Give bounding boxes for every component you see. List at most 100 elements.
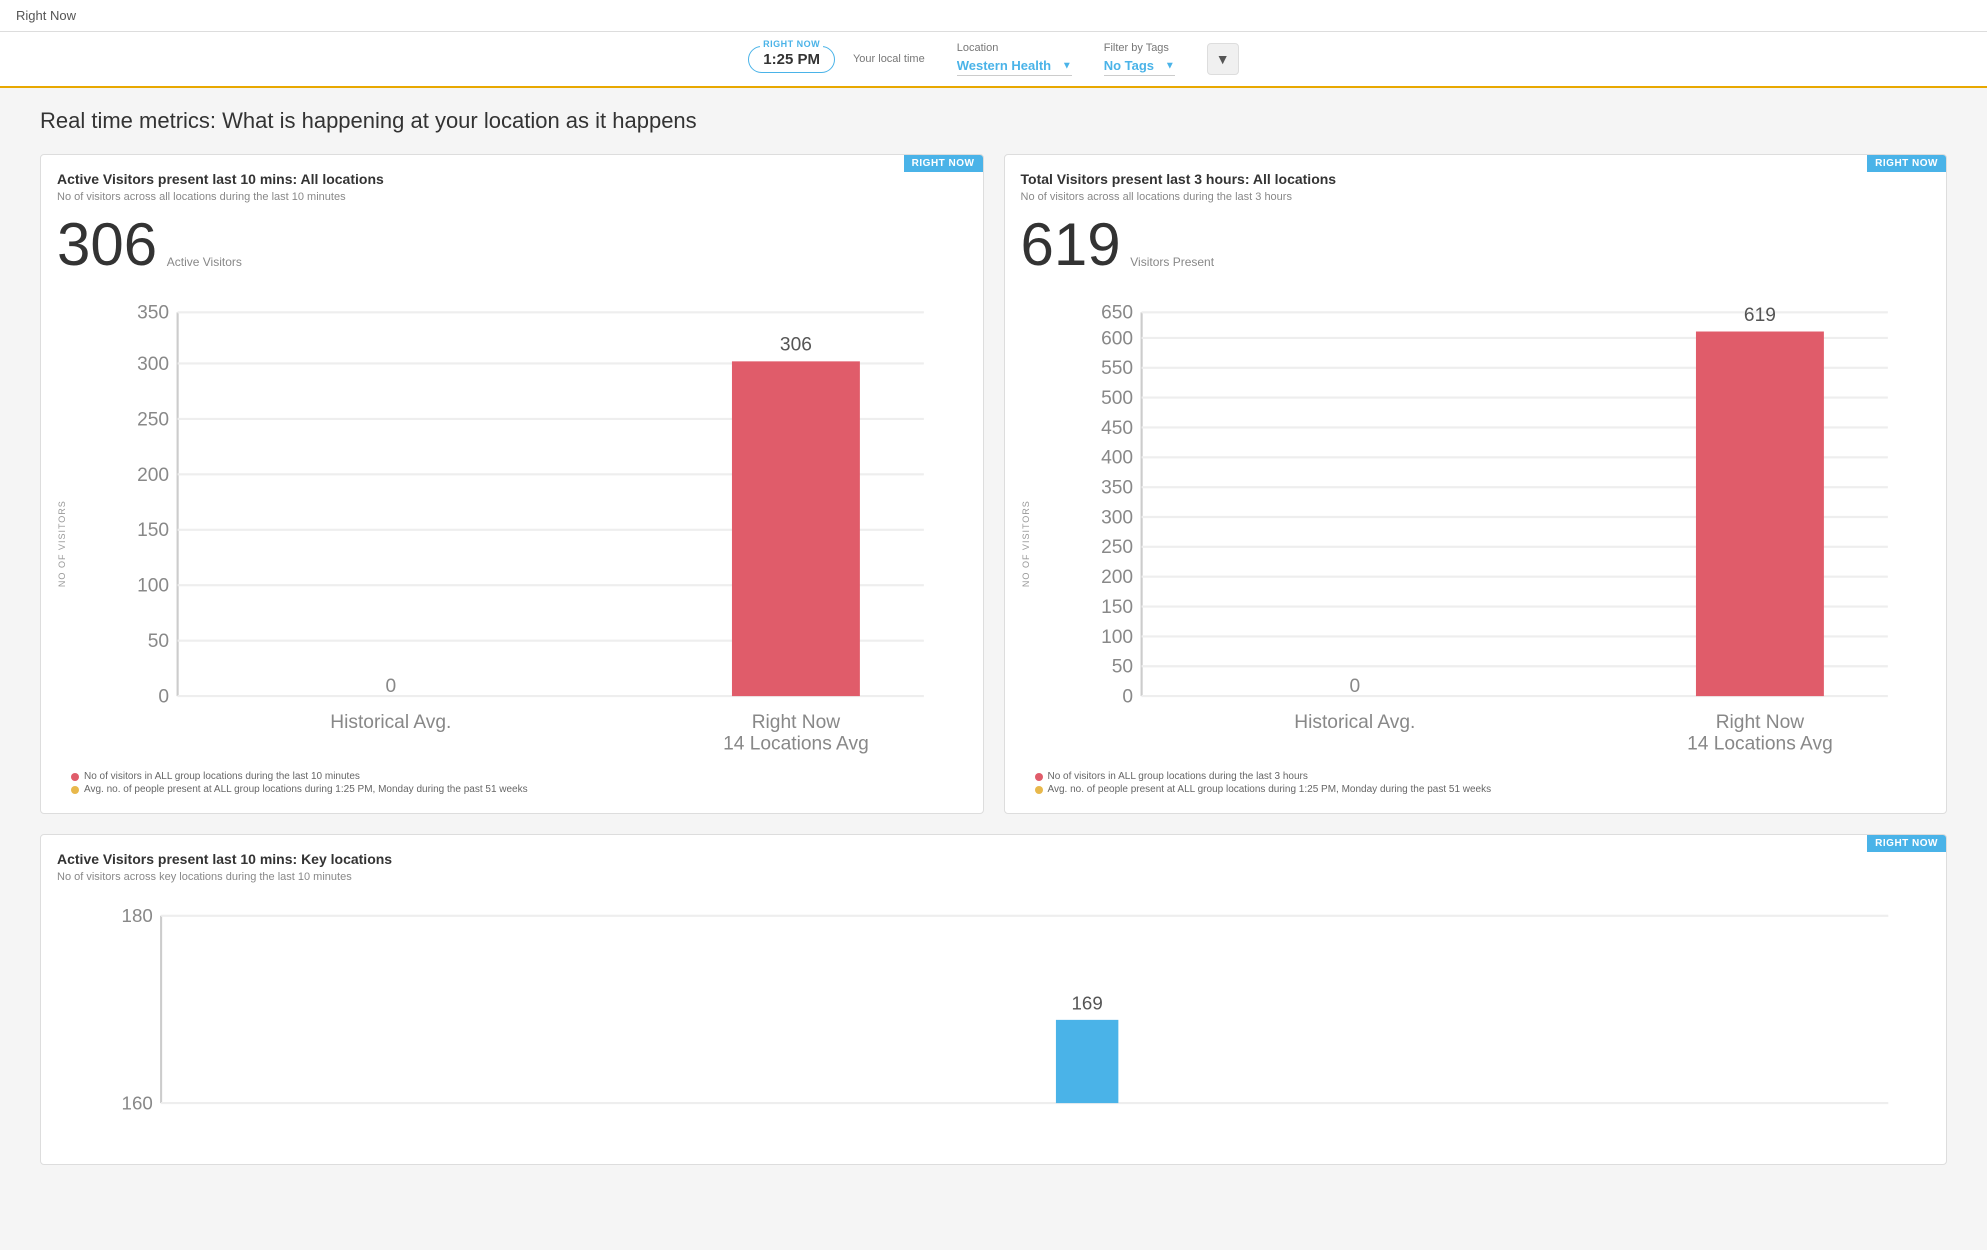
- card2-legend: No of visitors in ALL group locations du…: [1035, 771, 1931, 795]
- app-title: Right Now: [16, 8, 76, 23]
- svg-text:100: 100: [1101, 627, 1133, 648]
- card1-big-number: 306: [57, 215, 157, 275]
- svg-text:400: 400: [1101, 448, 1133, 469]
- card2-chart: NO OF VISITORS 0 50 100 150 200: [1021, 291, 1931, 797]
- card3-badge: RIGHT NOW: [1867, 835, 1946, 852]
- card2-legend-item-1: No of visitors in ALL group locations du…: [1035, 771, 1931, 782]
- card2-legend-dot-2: [1035, 786, 1043, 794]
- svg-text:14 Locations Avg: 14 Locations Avg: [723, 733, 869, 754]
- card1-chart: NO OF VISITORS 0 50 100 150: [57, 291, 967, 797]
- svg-text:160: 160: [122, 1092, 153, 1113]
- filter-tags-select[interactable]: No Tags: [1104, 56, 1175, 76]
- svg-text:50: 50: [148, 631, 169, 652]
- card1-svg: 0 50 100 150 200 250 300: [71, 291, 967, 760]
- svg-text:300: 300: [137, 354, 169, 375]
- card2-bar: [1695, 332, 1823, 697]
- top-bar: Right Now: [0, 0, 1987, 32]
- card1-legend-dot-1: [71, 773, 79, 781]
- card1-legend-text-2: Avg. no. of people present at ALL group …: [84, 784, 528, 795]
- card1-bar: [732, 361, 860, 696]
- card3-title: Active Visitors present last 10 mins: Ke…: [57, 851, 1930, 867]
- svg-text:100: 100: [137, 576, 169, 597]
- svg-text:Historical Avg.: Historical Avg.: [1294, 712, 1415, 733]
- card1-legend-item-2: Avg. no. of people present at ALL group …: [71, 784, 967, 795]
- svg-text:Historical Avg.: Historical Avg.: [330, 712, 451, 733]
- card2-legend-text-2: Avg. no. of people present at ALL group …: [1048, 784, 1492, 795]
- card-active-visitors-key: RIGHT NOW Active Visitors present last 1…: [40, 834, 1947, 1165]
- card2-big-number-label: Visitors Present: [1130, 255, 1214, 269]
- card2-big-number: 619: [1021, 215, 1121, 275]
- card2-badge: RIGHT NOW: [1867, 155, 1946, 172]
- card1-chart-area: 0 50 100 150 200 250 300: [71, 291, 967, 797]
- location-label: Location: [957, 42, 1072, 54]
- controls-bar: RIGHT NOW 1:25 PM Your local time Locati…: [0, 32, 1987, 88]
- card1-title: Active Visitors present last 10 mins: Al…: [57, 171, 967, 187]
- card2-legend-dot-1: [1035, 773, 1043, 781]
- svg-text:350: 350: [1101, 478, 1133, 499]
- svg-text:650: 650: [1101, 303, 1133, 324]
- svg-text:619: 619: [1743, 305, 1775, 326]
- location-dropdown-group: Location Western Health ▼: [957, 42, 1072, 76]
- svg-text:150: 150: [137, 520, 169, 541]
- filter-tags-label: Filter by Tags: [1104, 42, 1175, 54]
- svg-text:180: 180: [122, 905, 153, 926]
- page-content: Real time metrics: What is happening at …: [0, 88, 1987, 1185]
- card1-big-number-label: Active Visitors: [167, 255, 242, 269]
- filter-icon: ▼: [1216, 51, 1230, 67]
- svg-text:350: 350: [137, 303, 169, 324]
- current-time: 1:25 PM: [763, 51, 820, 68]
- svg-text:0: 0: [1122, 686, 1133, 707]
- card3-chart-area: 160 180 169: [57, 895, 1930, 1148]
- svg-text:450: 450: [1101, 418, 1133, 439]
- location-select[interactable]: Western Health: [957, 56, 1072, 76]
- time-pill: RIGHT NOW 1:25 PM: [748, 46, 835, 73]
- filter-tags-dropdown-wrapper[interactable]: No Tags ▼: [1104, 56, 1175, 76]
- card1-legend-item-1: No of visitors in ALL group locations du…: [71, 771, 967, 782]
- card2-legend-text-1: No of visitors in ALL group locations du…: [1048, 771, 1308, 782]
- svg-text:0: 0: [158, 686, 169, 707]
- svg-text:250: 250: [137, 409, 169, 430]
- svg-text:Right Now: Right Now: [1715, 712, 1804, 733]
- card1-legend-dot-2: [71, 786, 79, 794]
- card-active-visitors-all: RIGHT NOW Active Visitors present last 1…: [40, 154, 984, 814]
- svg-text:500: 500: [1101, 388, 1133, 409]
- card3-bar: [1056, 1020, 1118, 1103]
- svg-text:0: 0: [385, 676, 396, 697]
- page-heading: Real time metrics: What is happening at …: [40, 108, 1947, 134]
- card2-chart-area: 0 50 100 150 200 250 300: [1035, 291, 1931, 797]
- card2-subtitle: No of visitors across all locations duri…: [1021, 191, 1931, 203]
- time-label: Your local time: [853, 53, 925, 65]
- svg-text:169: 169: [1072, 993, 1103, 1014]
- location-dropdown-wrapper[interactable]: Western Health ▼: [957, 56, 1072, 76]
- top-cards-row: RIGHT NOW Active Visitors present last 1…: [40, 154, 1947, 814]
- card3-subtitle: No of visitors across key locations duri…: [57, 871, 1930, 883]
- card1-subtitle: No of visitors across all locations duri…: [57, 191, 967, 203]
- card2-number-row: 619 Visitors Present: [1021, 215, 1931, 275]
- svg-text:200: 200: [137, 465, 169, 486]
- svg-text:0: 0: [1349, 676, 1360, 697]
- card1-legend-text-1: No of visitors in ALL group locations du…: [84, 771, 360, 782]
- card1-y-axis-label: NO OF VISITORS: [57, 291, 67, 797]
- card2-title: Total Visitors present last 3 hours: All…: [1021, 171, 1931, 187]
- card1-badge: RIGHT NOW: [904, 155, 983, 172]
- svg-text:50: 50: [1111, 657, 1132, 678]
- svg-text:Right Now: Right Now: [752, 712, 841, 733]
- card-total-visitors-all: RIGHT NOW Total Visitors present last 3 …: [1004, 154, 1948, 814]
- svg-text:306: 306: [780, 335, 812, 356]
- svg-text:600: 600: [1101, 328, 1133, 349]
- svg-text:150: 150: [1101, 597, 1133, 618]
- time-wrapper: RIGHT NOW 1:25 PM Your local time: [748, 46, 924, 73]
- svg-text:250: 250: [1101, 537, 1133, 558]
- svg-text:200: 200: [1101, 567, 1133, 588]
- card2-legend-item-2: Avg. no. of people present at ALL group …: [1035, 784, 1931, 795]
- filter-tags-group: Filter by Tags No Tags ▼: [1104, 42, 1175, 76]
- filter-button[interactable]: ▼: [1207, 43, 1239, 75]
- card3-svg: 160 180 169: [57, 895, 1930, 1145]
- card3-chart: 160 180 169: [57, 895, 1930, 1148]
- card2-svg: 0 50 100 150 200 250 300: [1035, 291, 1931, 760]
- card2-y-axis-label: NO OF VISITORS: [1021, 291, 1031, 797]
- svg-text:550: 550: [1101, 358, 1133, 379]
- card1-legend: No of visitors in ALL group locations du…: [71, 771, 967, 795]
- svg-text:300: 300: [1101, 507, 1133, 528]
- svg-text:14 Locations Avg: 14 Locations Avg: [1687, 733, 1833, 754]
